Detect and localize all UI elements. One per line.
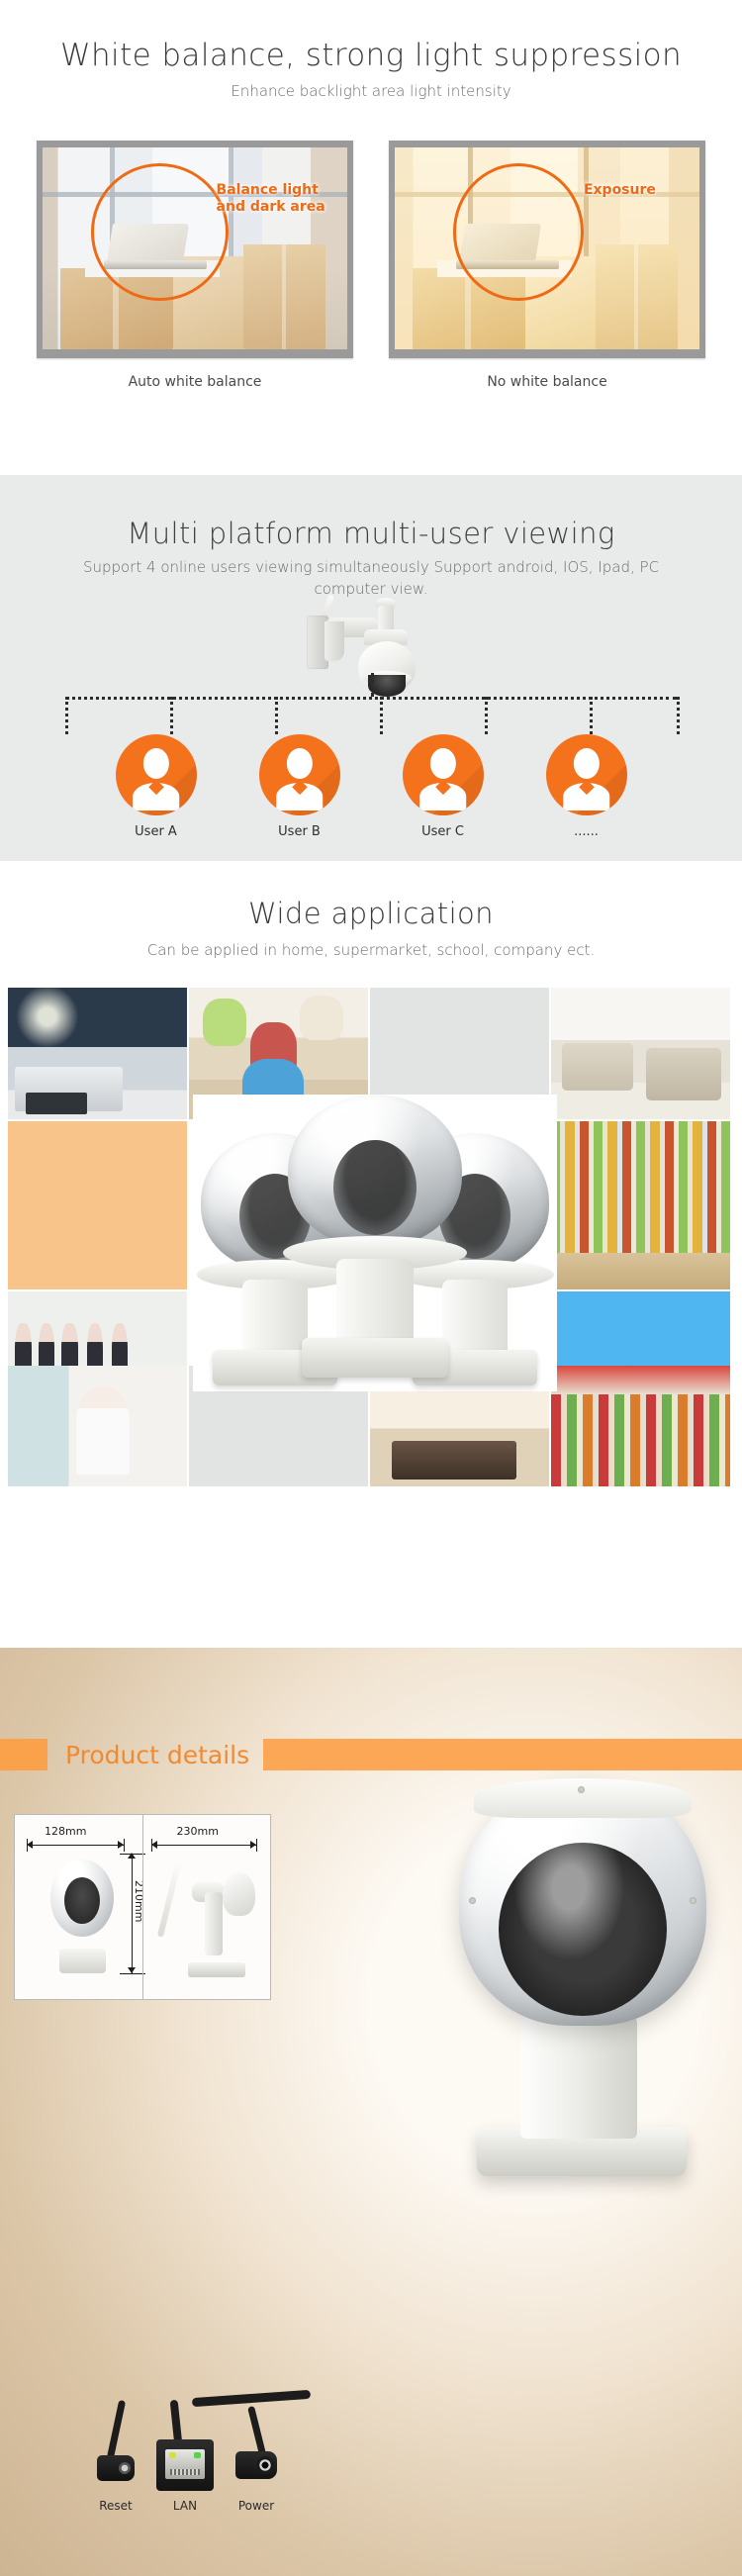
user-avatar-icon [545, 734, 627, 815]
dome-camera-center [282, 1095, 468, 1378]
white-balance-title: White balance, strong light suppression [59, 38, 683, 73]
connector-group: Reset LAN Power [69, 2389, 336, 2548]
camera-front-view-icon [47, 1859, 116, 1973]
banner-bar-accent [263, 1739, 742, 1770]
user-item[interactable]: User C [396, 734, 490, 839]
white-balance-card-none: Exposure No white balance [389, 141, 705, 390]
photo-caption-none: No white balance [487, 374, 607, 390]
no-white-balance-photo: Exposure [395, 147, 699, 349]
user-avatar-icon [115, 734, 197, 815]
arm-part-lower [325, 621, 344, 661]
section-white-balance: White balance, strong light suppression … [0, 0, 742, 475]
user-item[interactable]: ...... [539, 734, 633, 839]
hero-dome-part [459, 1778, 706, 2026]
user-label: User C [421, 824, 464, 839]
grocery-store-photo [551, 1366, 730, 1486]
multi-platform-title: Multi platform multi-user viewing [127, 517, 615, 550]
dimension-label-width: 128mm [45, 1825, 87, 1838]
auto-white-balance-photo: Balance light and dark area [43, 147, 347, 349]
user-label: User B [278, 824, 321, 839]
dc-power-jack-icon [235, 2451, 277, 2479]
blank-orange-tile [8, 1121, 187, 1289]
rj45-lan-port-icon [156, 2439, 214, 2491]
product-details-title: Product details [65, 1740, 250, 1769]
bright-living-room-photo [551, 988, 730, 1119]
highlight-ellipse [452, 163, 584, 302]
ptz-dome-camera-hero-icon [459, 1778, 706, 2194]
users-row: User A User B User C ...... [0, 734, 742, 839]
product-detail-page: White balance, strong light suppression … [0, 0, 742, 2576]
photo-frame: Balance light and dark area [37, 141, 353, 358]
white-balance-card-auto: Balance light and dark area Auto white ba… [37, 141, 353, 390]
connector-label-lan: LAN [172, 2499, 198, 2513]
front-view-panel: 128mm 210mm [15, 1815, 145, 1999]
product-details-banner: Product details [0, 1739, 742, 1770]
section-multi-platform: Multi platform multi-user viewing Suppor… [0, 475, 742, 861]
white-balance-comparison: Balance light and dark area Auto white ba… [0, 141, 742, 390]
exposure-label: Exposure [583, 181, 656, 198]
photo-frame: Exposure [389, 141, 705, 358]
side-view-panel: 230mm [141, 1815, 271, 1999]
living-room-night-photo [8, 988, 187, 1119]
dimension-diagram: 128mm 210mm 230mm [14, 1814, 271, 2000]
user-label: User A [135, 824, 177, 839]
banner-square-accent [0, 1739, 47, 1770]
user-label-ellipsis: ...... [574, 824, 599, 839]
user-item[interactable]: User A [109, 734, 203, 839]
supermarket-shelf-photo [551, 1121, 730, 1289]
connector-label-reset: Reset [99, 2499, 133, 2513]
balance-light-label: Balance light and dark area [216, 181, 325, 216]
reset-connector-icon [97, 2455, 135, 2481]
camera-side-view-icon [157, 1856, 257, 1977]
connection-tree-dots [0, 673, 742, 742]
white-balance-subtitle: Enhance backlight area light intensity [231, 82, 511, 100]
section-product-details: Product details 128mm 210mm 230mm Reset … [0, 1648, 742, 2576]
connector-label-power: Power [237, 2499, 275, 2513]
user-avatar-icon [258, 734, 340, 815]
wide-application-title: Wide application [248, 897, 494, 930]
user-avatar-icon [402, 734, 484, 815]
three-dome-cameras-icon [193, 1095, 557, 1391]
user-item[interactable]: User B [252, 734, 346, 839]
section-wide-application: Wide application Can be applied in home,… [0, 861, 742, 1648]
photo-caption-auto: Auto white balance [128, 374, 262, 390]
dimension-label-depth: 230mm [176, 1825, 219, 1838]
woman-on-phone-photo [8, 1366, 187, 1486]
wide-application-subtitle: Can be applied in home, supermarket, sch… [146, 941, 596, 959]
highlight-ellipse [91, 163, 229, 302]
hero-stand-part [520, 2012, 637, 2139]
